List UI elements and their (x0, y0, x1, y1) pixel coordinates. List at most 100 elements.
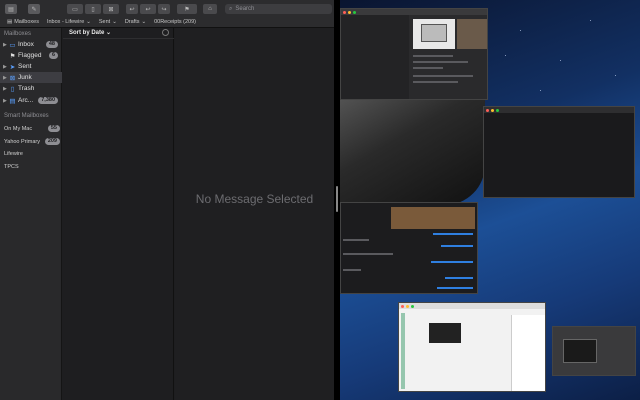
message-bubble (431, 261, 473, 263)
unread-badge: 48 (45, 41, 58, 48)
window-titlebar (484, 107, 634, 113)
product-image (413, 19, 455, 49)
document-image (429, 323, 461, 343)
divider (63, 38, 174, 39)
smart-mailboxes-header[interactable]: Smart Mailboxes (4, 113, 49, 119)
sidebar-account-tpcs[interactable]: TPCS (4, 164, 60, 170)
sidebar-account-lifewire[interactable]: Lifewire (4, 151, 60, 157)
notification-button[interactable]: ⌂ (203, 4, 217, 14)
favorite-inbox-lifewire[interactable]: Inbox - Lifewire ⌄ (47, 19, 91, 25)
minimize-dot (406, 304, 409, 308)
favorites-bar: ▤ Mailboxes Inbox - Lifewire ⌄ Sent ⌄ Draft… (0, 16, 334, 28)
sidebar-icon: ▤ (7, 19, 13, 25)
message-list: Sort by Date ⌄ (63, 28, 174, 400)
compose-button[interactable]: ✎ (28, 4, 40, 14)
window-sidebar (341, 15, 409, 99)
zoom-dot (496, 108, 499, 112)
flag-button[interactable]: ⚑ (177, 4, 197, 14)
text-line (413, 61, 468, 63)
imac-image (421, 24, 447, 42)
mail-window: ▤ ✎ ▭ ▯ ⊠ ↩ ↩ ↪ ⚑ ⌂ ⌕ Search ▤ Mailboxes … (0, 0, 334, 400)
close-dot (486, 108, 489, 112)
close-dot (401, 304, 404, 308)
inbox-icon: ▭ (9, 41, 16, 49)
sidebar-account-yahoo[interactable]: Yahoo Primary 209 (4, 138, 60, 145)
unread-badge: 55 (47, 125, 60, 132)
star (590, 20, 591, 21)
sidebar-item-trash[interactable]: ▶ ▯ Trash (0, 83, 62, 94)
zoom-dot (411, 304, 414, 308)
window-thumbnail-image-editor[interactable] (552, 326, 636, 376)
window-thumbnail-editor[interactable] (483, 106, 635, 198)
unread-badge: 6 (48, 52, 58, 59)
sidebar: Mailboxes ▶ ▭ Inbox 48 ⚑ Flagged 6 ▶ ➤ S… (0, 28, 62, 400)
unread-badge: 7,380 (38, 97, 58, 104)
chevron-down-icon: ⌄ (141, 19, 147, 25)
mailboxes-header[interactable]: Mailboxes (4, 31, 31, 37)
text-line (413, 67, 443, 69)
window-thumbnail-messages[interactable] (340, 202, 478, 294)
minimize-dot (348, 10, 351, 14)
no-message-label: No Message Selected (195, 192, 314, 206)
sidebar-item-archive[interactable]: ▶ ▤ Arc... 7,380 (0, 95, 62, 106)
message-bubble (445, 277, 473, 279)
shared-image (391, 207, 475, 229)
flag-icon: ⚑ (9, 52, 16, 60)
favorite-drafts[interactable]: Drafts ⌄ (125, 19, 146, 25)
junk-button[interactable]: ⊠ (103, 4, 119, 14)
favorite-sent[interactable]: Sent ⌄ (99, 19, 117, 25)
message-bubble (343, 269, 361, 271)
star (560, 60, 561, 61)
window-thumbnail-browser[interactable] (340, 8, 488, 100)
filter-icon[interactable] (162, 29, 169, 36)
sidebar-item-inbox[interactable]: ▶ ▭ Inbox 48 (0, 39, 62, 50)
archive-button[interactable]: ▭ (67, 4, 83, 14)
star (615, 75, 616, 76)
sidebar-item-sent[interactable]: ▶ ➤ Sent (0, 61, 62, 72)
window-thumbnail-document[interactable] (398, 302, 546, 392)
trash-icon: ▯ (10, 85, 15, 93)
sidebar-account-on-my-mac[interactable]: On My Mac 55 (4, 125, 60, 132)
reply-button[interactable]: ↩ (126, 4, 138, 14)
sidebar-toggle-button[interactable]: ▤ (5, 4, 17, 14)
message-bubble (437, 287, 473, 289)
room-image (457, 19, 487, 49)
sort-menu[interactable]: Sort by Date ⌄ (69, 29, 111, 36)
favorite-receipts[interactable]: 00Receipts (209) (154, 19, 196, 25)
star (505, 55, 506, 56)
search-input[interactable]: ⌕ Search (225, 4, 332, 14)
text-line (413, 81, 458, 83)
text-line (413, 75, 473, 77)
archive-icon: ▤ (9, 97, 16, 105)
favorite-mailboxes[interactable]: ▤ Mailboxes (7, 19, 39, 25)
trash-button[interactable]: ▯ (85, 4, 101, 14)
star (520, 30, 521, 31)
message-bubble (433, 233, 473, 235)
message-bubble (441, 245, 473, 247)
desktop-mission-control (340, 0, 640, 400)
split-view-handle[interactable] (336, 186, 338, 212)
chevron-down-icon: ⌄ (106, 30, 112, 36)
canvas-preview (563, 339, 597, 363)
chevron-down-icon: ⌄ (86, 19, 91, 25)
sidebar-item-junk[interactable]: ▶ ⊠ Junk (0, 72, 62, 83)
wallpaper-island (340, 95, 485, 205)
window-titlebar (399, 303, 545, 309)
toolbar: ▤ ✎ ▭ ▯ ⊠ ↩ ↩ ↪ ⚑ ⌂ ⌕ Search ▤ Mailboxes … (0, 0, 334, 28)
reply-all-button[interactable]: ↩ (140, 4, 156, 14)
message-bubble (343, 239, 369, 241)
message-preview: No Message Selected (175, 28, 334, 400)
forward-button[interactable]: ↪ (158, 4, 170, 14)
sidebar-item-flagged[interactable]: ⚑ Flagged 6 (0, 50, 62, 61)
minimize-dot (491, 108, 494, 112)
message-bubble (343, 253, 393, 255)
unread-badge: 209 (44, 138, 60, 145)
zoom-dot (353, 10, 356, 14)
sidebar-strip (401, 313, 405, 389)
search-placeholder: Search (235, 6, 255, 12)
text-line (413, 55, 453, 57)
junk-icon: ⊠ (9, 74, 16, 82)
paperplane-icon: ➤ (9, 63, 16, 71)
chevron-down-icon: ⌄ (112, 19, 117, 25)
inspector-panel (511, 315, 545, 391)
